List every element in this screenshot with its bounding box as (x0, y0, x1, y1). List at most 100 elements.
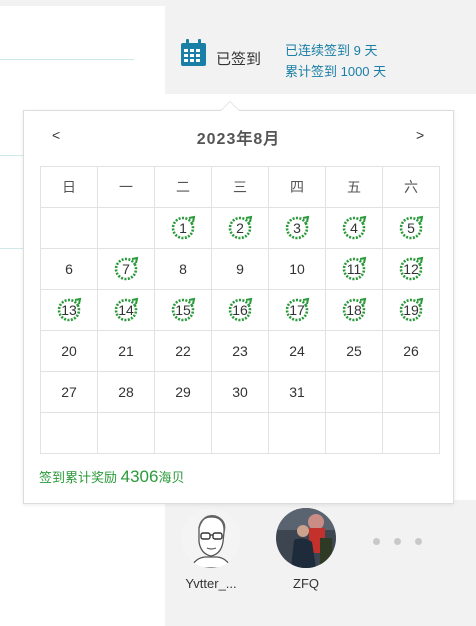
calendar-grid: 日一二三四五六 1 2 3 4 5 6 7 8 9 10 11 12 13 14 15 16 17 18 19 20 2… (40, 166, 440, 454)
calendar-day[interactable]: 17 (268, 289, 326, 331)
calendar-day[interactable]: 5 (382, 207, 440, 249)
calendar-day[interactable]: 24 (268, 330, 326, 372)
day: 28 (113, 379, 139, 405)
signed-day: 11 (341, 256, 367, 282)
calendar-day[interactable]: 31 (268, 371, 326, 413)
calendar-day[interactable]: 8 (154, 248, 212, 290)
calendar-day[interactable]: 3 (268, 207, 326, 249)
day-number: 8 (179, 261, 187, 277)
signed-day: 13 (56, 297, 82, 323)
day: 24 (284, 338, 310, 364)
calendar-day[interactable]: 13 (40, 289, 98, 331)
weekday-header: 一 (97, 166, 155, 208)
calendar-day[interactable]: 14 (97, 289, 155, 331)
day: 22 (170, 338, 196, 364)
day-number: 23 (232, 343, 248, 359)
calendar-day[interactable]: 26 (382, 330, 440, 372)
calendar-week-row: 27 28 29 30 31 (40, 371, 440, 413)
day-number: 19 (403, 302, 419, 318)
day: 21 (113, 338, 139, 364)
popup-arrow (221, 102, 239, 111)
calendar-day[interactable]: 6 (40, 248, 98, 290)
calendar-empty-cell (382, 412, 440, 454)
signin-status[interactable]: 已签到 (216, 48, 261, 69)
day-number: 17 (289, 302, 305, 318)
calendar-day[interactable]: 9 (211, 248, 269, 290)
calendar-day[interactable]: 27 (40, 371, 98, 413)
calendar-day[interactable]: 10 (268, 248, 326, 290)
calendar-day[interactable]: 12 (382, 248, 440, 290)
calendar-day[interactable]: 28 (97, 371, 155, 413)
weekday-header: 五 (325, 166, 383, 208)
day-number: 14 (118, 302, 134, 318)
day: 20 (56, 338, 82, 364)
day: 9 (227, 256, 253, 282)
calendar-week-row: 6 7 8 9 10 11 12 (40, 248, 440, 290)
calendar-day[interactable]: 1 (154, 207, 212, 249)
weekday-header: 日 (40, 166, 98, 208)
signed-day: 7 (113, 256, 139, 282)
day-number: 29 (175, 384, 191, 400)
user-name[interactable]: Yvtter_... (171, 576, 251, 591)
avatar[interactable] (276, 508, 336, 568)
day-number: 11 (346, 261, 362, 277)
signin-bar: 已签到 已连续签到 9 天 累计签到 1000 天 (165, 6, 476, 94)
day-number: 2 (236, 220, 244, 236)
prev-month-button[interactable]: < (52, 127, 60, 143)
weekday-header: 四 (268, 166, 326, 208)
more-icon[interactable] (373, 532, 436, 550)
user-item[interactable]: ZFQ (266, 508, 346, 591)
signin-stats: 已连续签到 9 天 累计签到 1000 天 (285, 40, 386, 82)
avatar[interactable] (181, 508, 241, 568)
next-month-button[interactable]: > (416, 127, 424, 143)
day: 31 (284, 379, 310, 405)
calendar-day[interactable]: 19 (382, 289, 440, 331)
day-number: 28 (118, 384, 134, 400)
signed-day: 1 (170, 215, 196, 241)
calendar-day[interactable]: 20 (40, 330, 98, 372)
calendar-day[interactable]: 23 (211, 330, 269, 372)
day-number: 15 (175, 302, 191, 318)
signed-day: 2 (227, 215, 253, 241)
day-number: 12 (403, 261, 419, 277)
calendar-day[interactable]: 21 (97, 330, 155, 372)
day-number: 21 (118, 343, 134, 359)
signed-day: 15 (170, 297, 196, 323)
day-number: 20 (61, 343, 77, 359)
calendar-day[interactable]: 18 (325, 289, 383, 331)
calendar-week-row: 13 14 15 16 17 18 19 (40, 289, 440, 331)
calendar-week-row: 20 21 22 23 24 25 26 (40, 330, 440, 372)
day-number: 4 (350, 220, 358, 236)
signed-day: 16 (227, 297, 253, 323)
month-title: 2023年8月 (196, 131, 281, 148)
calendar-empty-cell (325, 412, 383, 454)
calendar-day[interactable]: 29 (154, 371, 212, 413)
calendar-day[interactable]: 4 (325, 207, 383, 249)
calendar-day[interactable]: 7 (97, 248, 155, 290)
calendar-empty-cell (154, 412, 212, 454)
calendar-icon[interactable] (180, 39, 207, 67)
calendar-empty-cell (40, 412, 98, 454)
user-name[interactable]: ZFQ (266, 576, 346, 591)
day: 25 (341, 338, 367, 364)
calendar-day[interactable]: 2 (211, 207, 269, 249)
calendar-day[interactable]: 22 (154, 330, 212, 372)
day-number: 24 (289, 343, 305, 359)
user-item[interactable]: Yvtter_... (171, 508, 251, 591)
calendar-day[interactable]: 30 (211, 371, 269, 413)
signed-day: 4 (341, 215, 367, 241)
day-number: 25 (346, 343, 362, 359)
weekday-header: 二 (154, 166, 212, 208)
calendar-day[interactable]: 15 (154, 289, 212, 331)
day-number: 30 (232, 384, 248, 400)
reward-value: 4306 (120, 467, 159, 486)
calendar-empty-cell (97, 207, 155, 249)
day-number: 5 (407, 220, 415, 236)
day-number: 22 (175, 343, 191, 359)
calendar-empty-cell (325, 371, 383, 413)
reward-summary: 签到累计奖励 4306海贝 (39, 467, 184, 487)
calendar-day[interactable]: 25 (325, 330, 383, 372)
calendar-day[interactable]: 16 (211, 289, 269, 331)
reward-unit: 海贝 (158, 470, 185, 485)
calendar-day[interactable]: 11 (325, 248, 383, 290)
